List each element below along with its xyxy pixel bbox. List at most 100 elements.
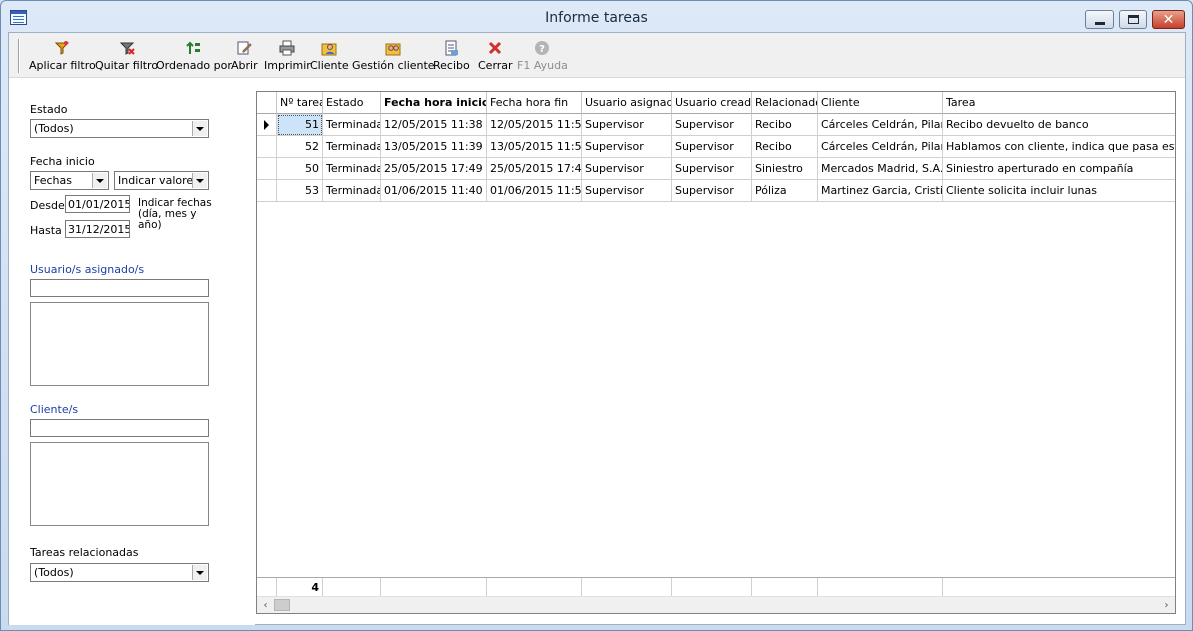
row-indicator[interactable] (257, 114, 277, 136)
apply-filter-button[interactable]: Aplicar filtro (29, 40, 96, 74)
table-cell[interactable]: 12/05/2015 11:38 (381, 114, 487, 136)
receipt-button[interactable]: Recibo (433, 40, 470, 74)
table-cell[interactable]: 13/05/2015 11:39 (381, 136, 487, 158)
table-cell[interactable]: 25/05/2015 17:49 (487, 158, 582, 180)
table-cell[interactable]: 52 (277, 136, 323, 158)
desde-date-input[interactable]: 01/01/2015 (65, 195, 130, 213)
window-close-button[interactable]: ✕ (1152, 10, 1185, 29)
table-cell[interactable]: Supervisor (672, 180, 752, 202)
clientes-search-input[interactable] (30, 419, 209, 437)
table-cell[interactable]: 13/05/2015 11:54 (487, 136, 582, 158)
column-header[interactable]: Usuario asignado (582, 92, 672, 114)
column-header[interactable]: Nº tarea (277, 92, 323, 114)
grid-corner-cell[interactable] (257, 92, 277, 114)
tareas-relacionadas-select[interactable]: (Todos) (30, 563, 209, 582)
close-button[interactable]: Cerrar (478, 40, 513, 74)
column-header[interactable]: Relacionado (752, 92, 818, 114)
scroll-left-button[interactable]: ‹ (257, 597, 274, 613)
table-cell[interactable]: Cliente solicita incluir lunas (943, 180, 1175, 202)
remove-filter-button[interactable]: Quitar filtro (95, 40, 158, 74)
tareas-relacionadas-dropdown-arrow[interactable] (192, 565, 207, 580)
fecha-modo-dropdown-arrow[interactable] (192, 173, 207, 188)
column-header[interactable]: Tarea (943, 92, 1175, 114)
grid-summary-row: 4 (257, 577, 1175, 598)
fecha-tipo-select[interactable]: Fechas (30, 171, 109, 190)
client-management-icon (385, 40, 401, 56)
horizontal-scrollbar[interactable]: ‹ › (257, 596, 1175, 613)
table-cell[interactable]: Terminada (323, 158, 381, 180)
column-header[interactable]: Estado (323, 92, 381, 114)
table-cell[interactable]: Supervisor (582, 136, 672, 158)
table-cell[interactable]: Supervisor (582, 180, 672, 202)
chevron-down-icon (196, 126, 204, 131)
table-row[interactable]: 53 Terminada 01/06/2015 11:40 01/06/2015… (257, 180, 1175, 202)
fecha-modo-select[interactable]: Indicar valores (114, 171, 209, 190)
table-row[interactable]: 52 Terminada 13/05/2015 11:39 13/05/2015… (257, 136, 1175, 158)
tasks-grid[interactable]: Nº tarea Estado Fecha hora inicio Fecha … (256, 91, 1176, 614)
clientes-list[interactable] (30, 442, 209, 526)
table-cell[interactable]: Supervisor (672, 158, 752, 180)
table-cell[interactable]: 01/06/2015 11:55 (487, 180, 582, 202)
table-cell[interactable]: Mercados Madrid, S.A. (818, 158, 943, 180)
summary-cell (943, 578, 1175, 598)
client-button[interactable]: Cliente (310, 40, 349, 74)
fecha-hint: Indicar fechas (día, mes y año) (138, 197, 212, 231)
table-row[interactable]: 50 Terminada 25/05/2015 17:49 25/05/2015… (257, 158, 1175, 180)
scrollbar-thumb[interactable] (274, 599, 290, 611)
table-cell[interactable]: Cárceles Celdrán, Pilar (818, 136, 943, 158)
table-cell[interactable]: Hablamos con cliente, indica que pasa es… (943, 136, 1175, 158)
print-button[interactable]: Imprimir (264, 40, 311, 74)
column-header[interactable]: Fecha hora inicio (381, 92, 487, 114)
estado-dropdown-arrow[interactable] (192, 121, 207, 136)
table-cell[interactable]: Siniestro (752, 158, 818, 180)
printer-icon (279, 40, 295, 56)
table-cell[interactable]: 25/05/2015 17:49 (381, 158, 487, 180)
usuarios-search-input[interactable] (30, 279, 209, 297)
estado-select[interactable]: (Todos) (30, 119, 209, 138)
filter-remove-icon (119, 40, 135, 56)
table-cell[interactable]: 53 (277, 180, 323, 202)
table-cell[interactable]: Supervisor (582, 114, 672, 136)
client-management-button[interactable]: Gestión cliente (352, 40, 435, 74)
minimize-button[interactable] (1085, 10, 1114, 29)
table-cell[interactable]: Martinez Garcia, Cristina (818, 180, 943, 202)
svg-text:?: ? (540, 44, 546, 55)
column-header[interactable]: Usuario creado (672, 92, 752, 114)
scroll-right-button[interactable]: › (1158, 597, 1175, 613)
row-indicator[interactable] (257, 136, 277, 158)
toolbar-grip[interactable] (18, 39, 20, 73)
table-cell[interactable]: Siniestro aperturado en compañía (943, 158, 1175, 180)
table-cell[interactable]: Supervisor (582, 158, 672, 180)
summary-cell (381, 578, 487, 598)
table-cell[interactable]: Póliza (752, 180, 818, 202)
table-cell[interactable]: Recibo (752, 114, 818, 136)
maximize-button[interactable] (1119, 10, 1147, 29)
table-cell[interactable]: 12/05/2015 11:53 (487, 114, 582, 136)
table-cell[interactable]: Supervisor (672, 136, 752, 158)
column-header[interactable]: Fecha hora fin (487, 92, 582, 114)
usuarios-list[interactable] (30, 302, 209, 386)
row-indicator[interactable] (257, 158, 277, 180)
table-row[interactable]: 51 Terminada 12/05/2015 11:38 12/05/2015… (257, 114, 1175, 136)
fecha-tipo-dropdown-arrow[interactable] (92, 173, 107, 188)
chevron-right-icon: › (1164, 599, 1169, 611)
column-header[interactable]: Cliente (818, 92, 943, 114)
help-button[interactable]: ? F1 Ayuda (517, 40, 568, 74)
hasta-date-input[interactable]: 31/12/2015 (65, 220, 130, 238)
table-cell[interactable]: Terminada (323, 114, 381, 136)
open-button[interactable]: Abrir (231, 40, 258, 74)
sort-by-button[interactable]: Ordenado por (156, 40, 232, 74)
desde-label: Desde (30, 199, 65, 212)
table-cell[interactable]: Recibo (752, 136, 818, 158)
table-cell[interactable]: 01/06/2015 11:40 (381, 180, 487, 202)
title-bar[interactable]: Informe tareas ✕ (1, 1, 1192, 33)
summary-cell (672, 578, 752, 598)
table-cell[interactable]: Cárceles Celdrán, Pilar (818, 114, 943, 136)
table-cell[interactable]: Terminada (323, 180, 381, 202)
table-cell[interactable]: Terminada (323, 136, 381, 158)
table-cell[interactable]: Recibo devuelto de banco (943, 114, 1175, 136)
table-cell[interactable]: 51 (277, 114, 323, 136)
table-cell[interactable]: Supervisor (672, 114, 752, 136)
row-indicator[interactable] (257, 180, 277, 202)
table-cell[interactable]: 50 (277, 158, 323, 180)
